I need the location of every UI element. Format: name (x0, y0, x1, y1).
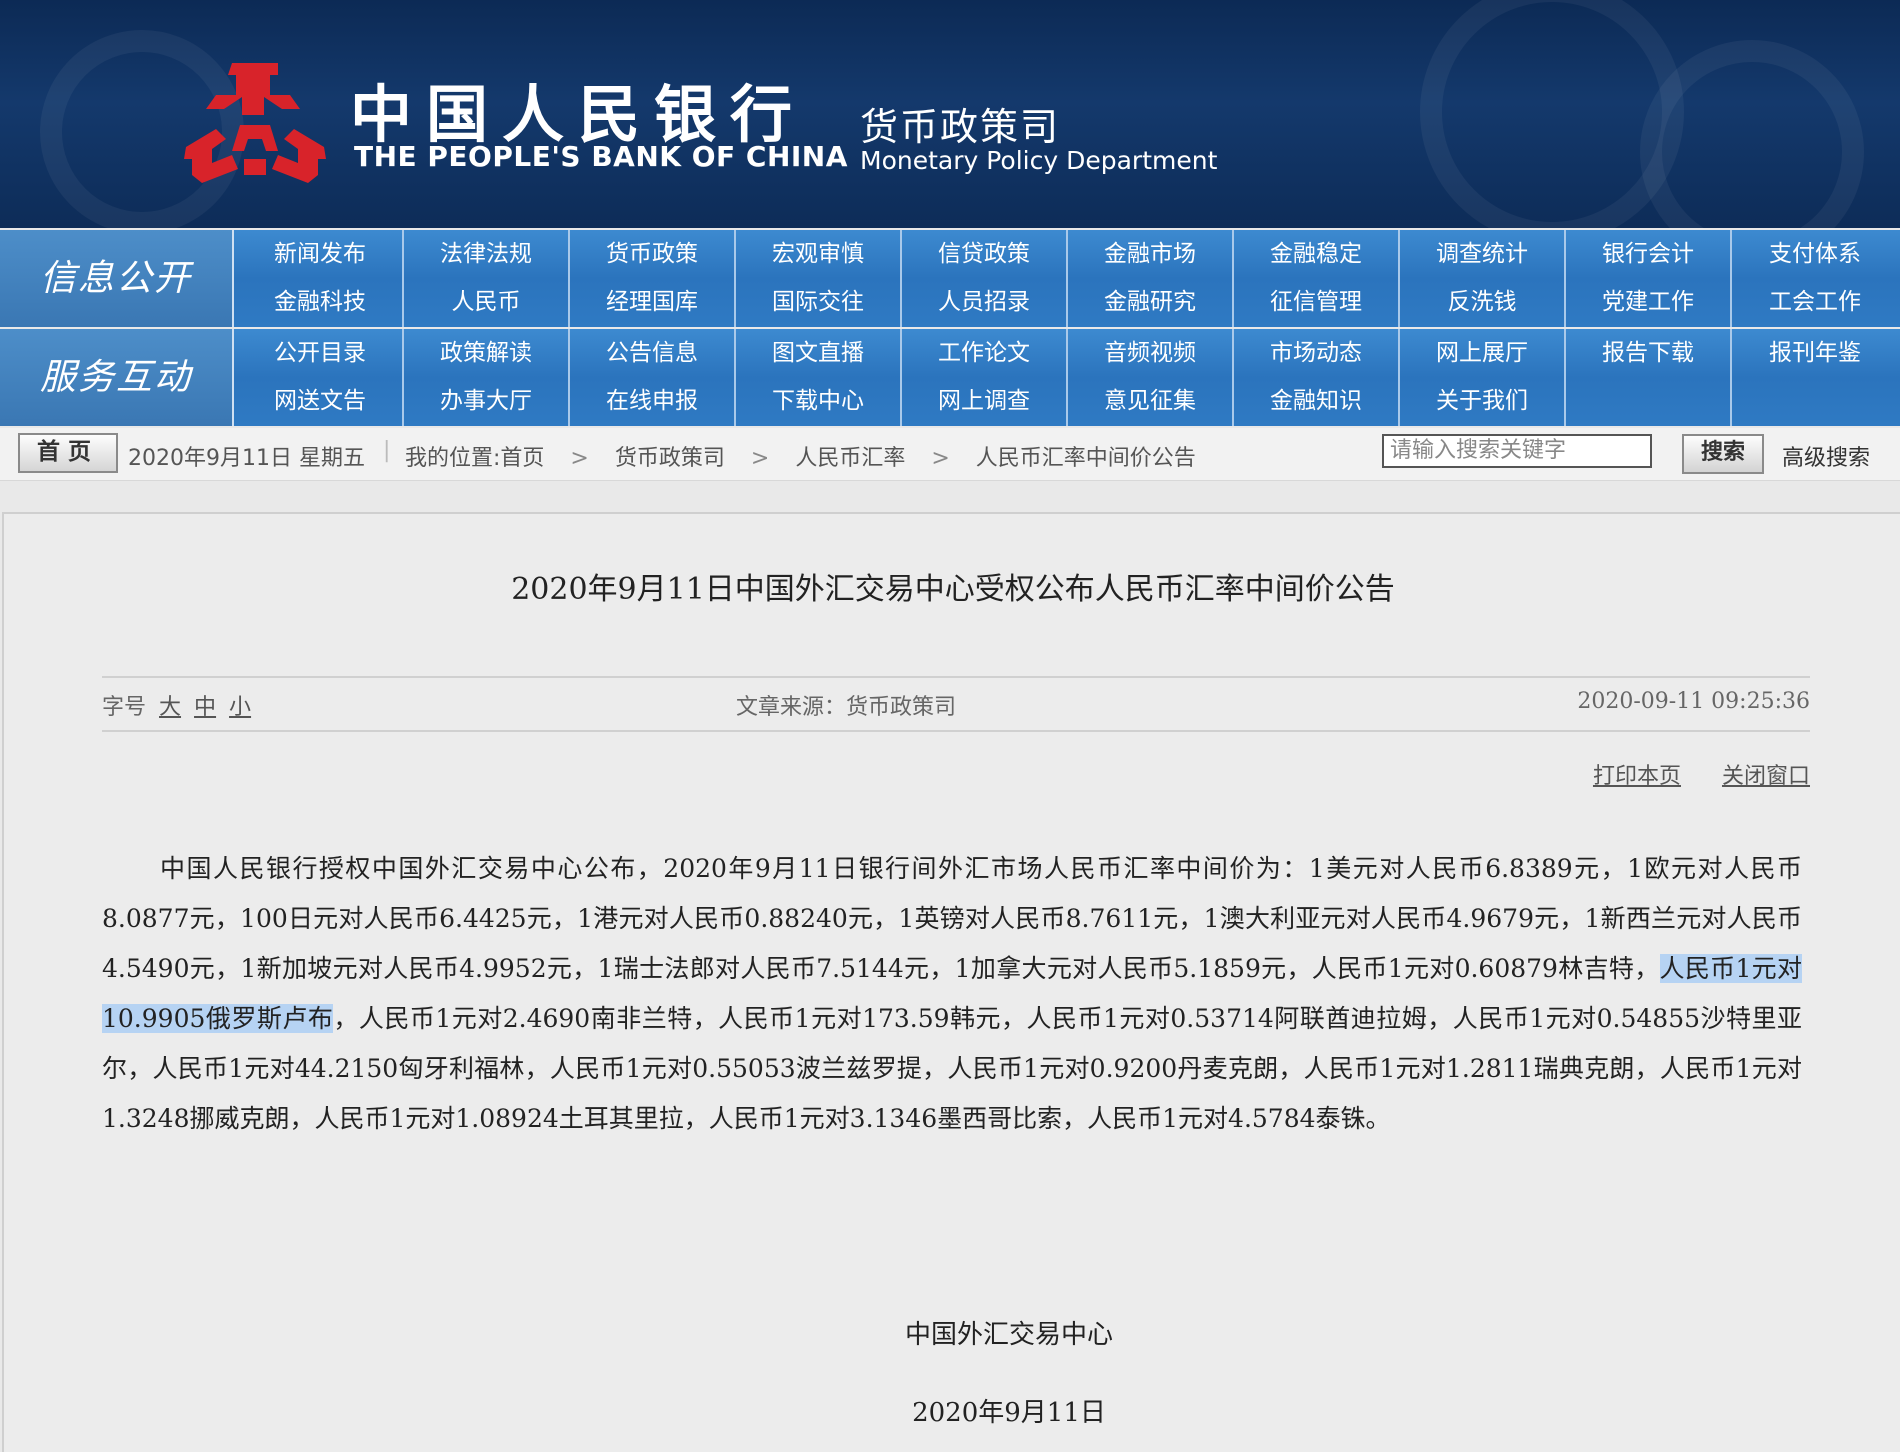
font-size-label: 字号 (102, 695, 147, 720)
nav-item[interactable]: 下载中心 (736, 377, 902, 426)
nav-item[interactable]: 在线申报 (570, 377, 736, 426)
nav-item[interactable]: 金融科技 (238, 278, 404, 327)
nav-item[interactable]: 调查统计 (1400, 230, 1566, 278)
chevron-right-icon: > (750, 446, 770, 471)
current-date: 2020年9月11日 星期五 (128, 446, 365, 471)
nav-item[interactable]: 支付体系 (1732, 230, 1898, 278)
nav-service-interaction: 服务互动 公开目录 政策解读 公告信息 图文直播 工作论文 音频视频 市场动态 网上展厅 报告下… (0, 329, 1900, 426)
nav-item[interactable]: 经理国库 (570, 278, 736, 327)
nav-item[interactable]: 办事大厅 (404, 377, 570, 426)
nav-item[interactable]: 工会工作 (1732, 278, 1898, 327)
pboc-emblem-icon[interactable] (180, 55, 330, 190)
nav-item[interactable]: 报刊年鉴 (1732, 329, 1898, 377)
nav-grid: 新闻发布 法律法规 货币政策 宏观审慎 信贷政策 金融市场 金融稳定 调查统计 银行会计 支付体系… (238, 230, 1900, 327)
nav-item[interactable]: 人员招录 (902, 278, 1068, 327)
nav-item[interactable]: 信贷政策 (902, 230, 1068, 278)
breadcrumb-item[interactable]: 人民币汇率 (795, 446, 905, 471)
nav-grid: 公开目录 政策解读 公告信息 图文直播 工作论文 音频视频 市场动态 网上展厅 报告下载 报刊年鉴… (238, 329, 1900, 426)
nav-item[interactable]: 金融知识 (1234, 377, 1400, 426)
signature-organization: 中国外汇交易中心 (904, 1320, 1113, 1350)
nav-item[interactable]: 网上调查 (902, 377, 1068, 426)
body-text: 中国人民银行授权中国外汇交易中心公布，2020年9月11日银行间外汇市场人民币汇… (102, 854, 1802, 983)
nav-item[interactable]: 金融市场 (1068, 230, 1234, 278)
font-size-large[interactable]: 大 (159, 695, 181, 720)
bank-title-en: THE PEOPLE'S BANK OF CHINA (354, 140, 848, 173)
nav-item[interactable]: 音频视频 (1068, 329, 1234, 377)
signature-date: 2020年9月11日 (912, 1398, 1106, 1428)
article-panel: 2020年9月11日中国外汇交易中心受权公布人民币汇率中间价公告 字号 大 中 … (2, 512, 1900, 1452)
nav-item[interactable]: 党建工作 (1566, 278, 1732, 327)
breadcrumb-item[interactable]: 货币政策司 (615, 446, 725, 471)
font-size-small[interactable]: 小 (229, 695, 251, 720)
nav-item (1732, 377, 1898, 426)
nav-item[interactable]: 公开目录 (238, 329, 404, 377)
nav-item[interactable]: 货币政策 (570, 230, 736, 278)
search-button[interactable]: 搜索 (1682, 434, 1764, 474)
nav-item[interactable]: 报告下载 (1566, 329, 1732, 377)
nav-item[interactable]: 宏观审慎 (736, 230, 902, 278)
breadcrumb-location[interactable]: 我的位置:首页 (405, 446, 544, 471)
nav-item[interactable]: 工作论文 (902, 329, 1068, 377)
font-size-medium[interactable]: 中 (194, 695, 216, 720)
nav-item[interactable]: 人民币 (404, 278, 570, 327)
print-link[interactable]: 打印本页 (1593, 764, 1681, 789)
nav-item[interactable]: 公告信息 (570, 329, 736, 377)
divider: | (383, 438, 391, 463)
department-title-cn: 货币政策司 (860, 105, 1061, 149)
banner-decoration (1420, 0, 1684, 228)
publish-time: 2020-09-11 09:25:36 (1577, 689, 1810, 714)
home-button[interactable]: 首页 (18, 433, 118, 473)
article-actions: 打印本页 关闭窗口 (1559, 758, 1810, 790)
divider (102, 676, 1810, 678)
nav-item[interactable]: 银行会计 (1566, 230, 1732, 278)
article-source: 文章来源：货币政策司 (736, 695, 957, 720)
department-title-en: Monetary Policy Department (860, 146, 1218, 175)
nav-item[interactable]: 金融稳定 (1234, 230, 1400, 278)
nav-item[interactable]: 金融研究 (1068, 278, 1234, 327)
nav-item[interactable]: 市场动态 (1234, 329, 1400, 377)
advanced-search-link[interactable]: 高级搜索 (1782, 440, 1870, 472)
header-banner: 中国人民银行 THE PEOPLE'S BANK OF CHINA 货币政策司 … (0, 0, 1900, 228)
chevron-right-icon: > (931, 446, 950, 471)
nav-item[interactable]: 图文直播 (736, 329, 902, 377)
chevron-right-icon: > (570, 446, 589, 471)
breadcrumb-bar: 首页 2020年9月11日 星期五 | 我的位置:首页 > 货币政策司 > 人民币汇率 >… (0, 428, 1900, 481)
nav-section-title: 信息公开 (0, 230, 234, 327)
nav-item[interactable]: 关于我们 (1400, 377, 1566, 426)
nav-item[interactable]: 政策解读 (404, 329, 570, 377)
nav-section-title: 服务互动 (0, 329, 234, 426)
nav-item[interactable]: 法律法规 (404, 230, 570, 278)
search-input[interactable]: 请输入搜索关键字 (1382, 434, 1652, 468)
nav-item[interactable]: 网上展厅 (1400, 329, 1566, 377)
nav-item[interactable]: 征信管理 (1234, 278, 1400, 327)
font-size-controls: 字号 大 中 小 (102, 689, 251, 721)
body-text: ，人民币1元对2.4690南非兰特，人民币1元对173.59韩元，人民币1元对0… (102, 1004, 1802, 1133)
nav-item[interactable]: 意见征集 (1068, 377, 1234, 426)
breadcrumb-item[interactable]: 人民币汇率中间价公告 (976, 446, 1196, 471)
nav-item (1566, 377, 1732, 426)
nav-item[interactable]: 网送文告 (238, 377, 404, 426)
article-title: 2020年9月11日中国外汇交易中心受权公布人民币汇率中间价公告 (511, 572, 1395, 607)
divider (102, 730, 1810, 732)
close-window-link[interactable]: 关闭窗口 (1722, 764, 1810, 789)
nav-item[interactable]: 反洗钱 (1400, 278, 1566, 327)
nav-item[interactable]: 新闻发布 (238, 230, 404, 278)
article-body: 中国人民银行授权中国外汇交易中心公布，2020年9月11日银行间外汇市场人民币汇… (102, 844, 1802, 1144)
nav-info-disclosure: 信息公开 新闻发布 法律法规 货币政策 宏观审慎 信贷政策 金融市场 金融稳定 调查统计 银行会… (0, 230, 1900, 327)
nav-item[interactable]: 国际交往 (736, 278, 902, 327)
breadcrumb: 我的位置:首页 > 货币政策司 > 人民币汇率 > 人民币汇率中间价公告 (405, 440, 1196, 472)
